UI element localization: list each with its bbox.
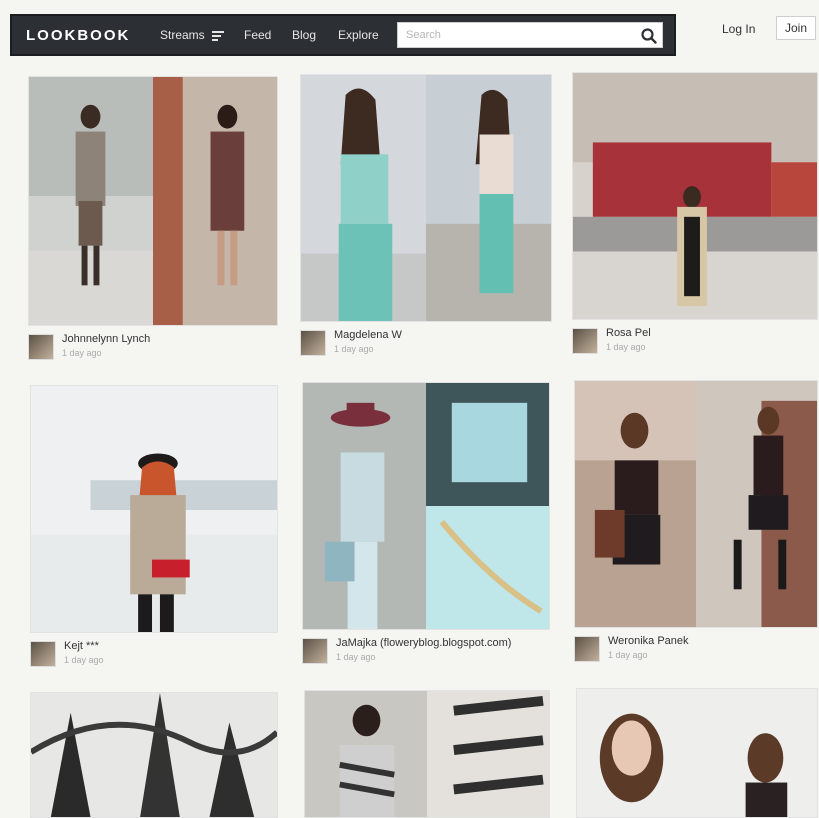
look-photo-image: [31, 693, 277, 817]
look-card[interactable]: Kejt *** 1 day ago: [30, 385, 278, 669]
look-photo-image: [577, 689, 817, 817]
search-input[interactable]: [404, 24, 629, 46]
hamburger-icon: [212, 31, 225, 41]
avatar[interactable]: [302, 638, 328, 664]
look-meta: Magdelena W 1 day ago: [300, 322, 552, 358]
look-card[interactable]: Weronika Panek 1 day ago: [574, 380, 818, 664]
look-meta: Weronika Panek 1 day ago: [574, 628, 818, 664]
author-name[interactable]: JaMajka (floweryblog.blogspot.com): [336, 637, 511, 649]
look-photo[interactable]: [300, 74, 552, 322]
look-card[interactable]: [304, 690, 550, 818]
look-photo[interactable]: [302, 382, 550, 630]
search-button[interactable]: [640, 27, 658, 45]
look-card[interactable]: Magdelena W 1 day ago: [300, 74, 552, 358]
lookbook-logo[interactable]: LOOKBOOK: [26, 27, 130, 44]
search-box: [397, 22, 663, 48]
nav-feed[interactable]: Feed: [244, 28, 271, 42]
author-name[interactable]: Johnnelynn Lynch: [62, 333, 150, 345]
avatar[interactable]: [300, 330, 326, 356]
nav-explore[interactable]: Explore: [338, 28, 379, 42]
avatar[interactable]: [574, 636, 600, 662]
look-photo[interactable]: [28, 76, 278, 326]
author-name[interactable]: Weronika Panek: [608, 635, 689, 647]
post-time: 1 day ago: [64, 655, 104, 665]
look-card[interactable]: JaMajka (floweryblog.blogspot.com) 1 day…: [302, 382, 550, 666]
look-photo[interactable]: [30, 692, 278, 818]
look-photo-image: [31, 386, 277, 632]
join-button[interactable]: Join: [776, 16, 816, 40]
post-time: 1 day ago: [336, 652, 376, 662]
look-card[interactable]: Rosa Pel 1 day ago: [572, 72, 818, 356]
nav-blog[interactable]: Blog: [292, 28, 316, 42]
avatar[interactable]: [572, 328, 598, 354]
look-photo-image: [305, 691, 549, 817]
author-name[interactable]: Magdelena W: [334, 329, 402, 341]
look-card[interactable]: [30, 692, 278, 818]
login-link[interactable]: Log In: [722, 22, 755, 36]
look-meta: JaMajka (floweryblog.blogspot.com) 1 day…: [302, 630, 550, 666]
look-photo[interactable]: [574, 380, 818, 628]
look-photo-image: [575, 381, 817, 627]
look-card[interactable]: [576, 688, 818, 818]
look-photo-image: [303, 383, 549, 629]
look-meta: Rosa Pel 1 day ago: [572, 320, 818, 356]
look-photo-image: [573, 73, 817, 319]
look-photo[interactable]: [572, 72, 818, 320]
look-photo-image: [301, 75, 551, 321]
author-name[interactable]: Rosa Pel: [606, 327, 651, 339]
nav-streams[interactable]: Streams: [160, 28, 225, 42]
look-photo[interactable]: [304, 690, 550, 818]
look-photo-image: [29, 77, 277, 325]
look-meta: Johnnelynn Lynch 1 day ago: [28, 326, 278, 362]
top-navigation-bar: LOOKBOOK Streams Feed Blog Explore: [10, 14, 676, 56]
post-time: 1 day ago: [606, 342, 646, 352]
nav-streams-label: Streams: [160, 28, 205, 42]
look-photo[interactable]: [30, 385, 278, 633]
post-time: 1 day ago: [334, 344, 374, 354]
avatar[interactable]: [28, 334, 54, 360]
author-name[interactable]: Kejt ***: [64, 640, 99, 652]
look-photo[interactable]: [576, 688, 818, 818]
post-time: 1 day ago: [62, 348, 102, 358]
search-icon: [641, 28, 657, 44]
look-card[interactable]: Johnnelynn Lynch 1 day ago: [28, 76, 278, 362]
avatar[interactable]: [30, 641, 56, 667]
look-meta: Kejt *** 1 day ago: [30, 633, 278, 669]
post-time: 1 day ago: [608, 650, 648, 660]
